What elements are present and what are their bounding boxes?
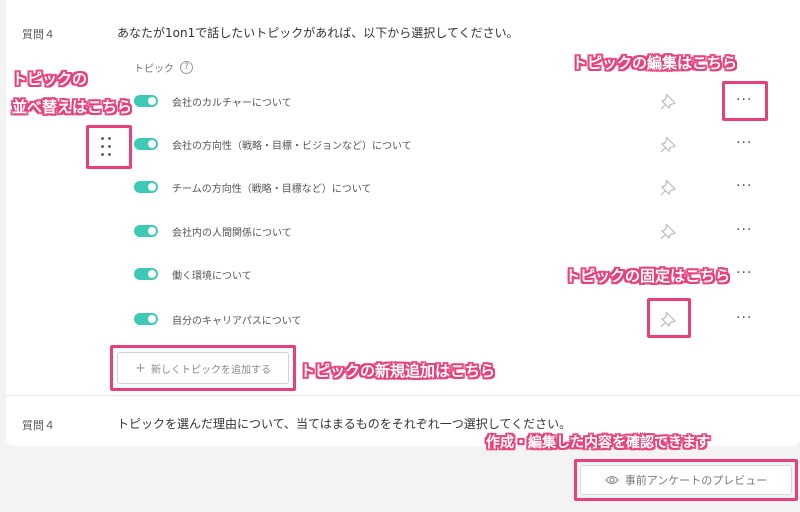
topic-toggle[interactable] (134, 268, 158, 280)
topics-column-header: トピック ? (134, 60, 193, 75)
pin-icon[interactable] (658, 221, 678, 241)
topic-toggle[interactable] (134, 225, 158, 237)
more-options-icon[interactable]: ··· (736, 179, 752, 193)
more-options-icon[interactable]: ··· (736, 136, 752, 150)
annotation-pin: トピックの固定はこちら (565, 267, 731, 285)
topic-label: チームの方向性（戦略・目標など）について (172, 184, 372, 195)
highlight-add-topic (110, 345, 296, 391)
more-options-icon[interactable]: ··· (736, 311, 752, 325)
topic-label: 会社の方向性（戦略・目標・ビジョンなど）について (172, 141, 412, 152)
more-options-icon[interactable]: ··· (736, 223, 752, 237)
pin-icon[interactable] (658, 91, 678, 111)
highlight-preview (574, 459, 798, 501)
pin-icon[interactable] (658, 177, 678, 197)
pin-icon[interactable] (658, 134, 678, 154)
topic-row: 会社内の人間関係について ··· (134, 221, 774, 241)
topic-row: チームの方向性（戦略・目標など）について ··· (134, 177, 774, 197)
annotation-edit: トピックの編集はこちら (572, 54, 738, 72)
topics-header-label: トピック (134, 64, 174, 75)
topic-toggle[interactable] (134, 138, 158, 150)
annotation-preview: 作成・編集した内容を確認できます (486, 435, 710, 451)
divider (6, 395, 800, 396)
question-2-text: トピックを選んだ理由について、当てはまるものをそれぞれ一つ選択してください。 (117, 417, 572, 431)
question-1-text: あなたが1on1で話したいトピックがあれば、以下から選択してください。 (117, 26, 519, 40)
topic-label: 会社のカルチャーについて (172, 98, 292, 109)
more-options-icon[interactable]: ··· (736, 266, 752, 280)
topic-label: 働く環境について (172, 271, 252, 282)
question-1-label: 質問４ (22, 28, 55, 41)
topic-toggle[interactable] (134, 181, 158, 193)
topic-label: 会社内の人間関係について (172, 228, 292, 239)
annotation-reorder-line1: トピックの (12, 70, 88, 88)
topic-label: 自分のキャリアパスについて (172, 316, 302, 327)
question-2-label: 質問４ (22, 419, 55, 432)
annotation-reorder-line2: 並べ替えはこちら (12, 98, 133, 116)
highlight-drag-handle (86, 125, 132, 169)
topic-toggle[interactable] (134, 95, 158, 107)
annotation-add: トピックの新規追加はこちら (300, 362, 496, 380)
highlight-pin (647, 298, 691, 338)
topic-row: 会社の方向性（戦略・目標・ビジョンなど）について ··· (134, 134, 774, 154)
topic-toggle[interactable] (134, 313, 158, 325)
highlight-more-options (722, 81, 768, 121)
topic-row: 会社のカルチャーについて ··· (134, 91, 774, 111)
help-icon[interactable]: ? (180, 61, 193, 74)
